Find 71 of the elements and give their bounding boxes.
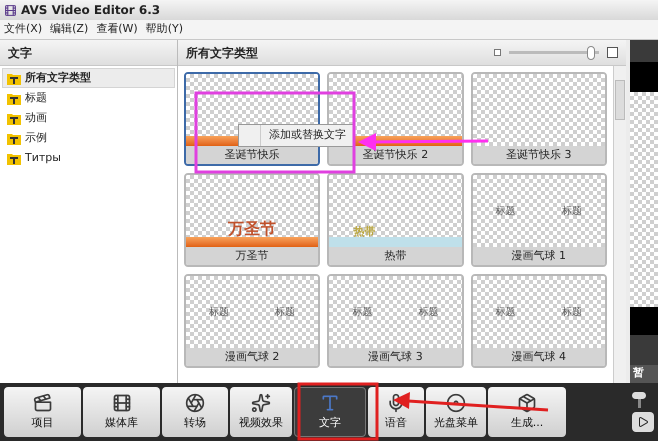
menu-item[interactable]: 文件(X) bbox=[4, 21, 42, 38]
preview-text: 万圣节 bbox=[228, 221, 276, 237]
preview-frame-strip bbox=[630, 307, 658, 335]
toolbar-button[interactable]: 项目 bbox=[4, 387, 81, 437]
text-folder-icon bbox=[7, 152, 21, 164]
balloon-text: 标题 bbox=[209, 306, 230, 320]
template-label: 圣诞节快乐 2 bbox=[329, 146, 462, 164]
template-card[interactable]: 标题 标题 漫画气球 1 bbox=[470, 173, 607, 267]
menu-item[interactable]: 编辑(Z) bbox=[50, 21, 88, 38]
app-icon bbox=[4, 4, 17, 16]
text-folder-icon bbox=[7, 92, 21, 104]
template-card[interactable]: 标题 标题 漫画气球 3 bbox=[327, 274, 464, 368]
window-title: AVS Video Editor 6.3 bbox=[21, 2, 160, 19]
template-label: 漫画气球 1 bbox=[472, 247, 605, 265]
text-folder-icon bbox=[7, 72, 21, 84]
template-label: 万圣节 bbox=[186, 247, 318, 265]
menu-item[interactable]: 帮助(Y) bbox=[146, 21, 184, 38]
zoom-slider[interactable] bbox=[509, 46, 599, 60]
preview-frame-strip bbox=[630, 40, 658, 62]
preview-frame-strip bbox=[630, 335, 658, 365]
template-label: 圣诞节快乐 bbox=[186, 146, 318, 164]
template-card[interactable]: 热带 热带 bbox=[327, 173, 464, 267]
toolbar-button[interactable]: 视频效果 bbox=[230, 387, 292, 437]
balloon-text: 标题 bbox=[562, 204, 582, 218]
pause-button[interactable]: 暂 bbox=[630, 365, 658, 383]
template-card[interactable]: 圣诞节快乐 3 bbox=[470, 72, 607, 166]
slider-thumb[interactable] bbox=[632, 392, 646, 399]
toolbar-icon bbox=[517, 392, 537, 413]
template-label: 漫画气球 3 bbox=[329, 348, 462, 366]
balloon-text: 标题 bbox=[352, 306, 372, 320]
toolbar-button[interactable]: 转场 bbox=[162, 387, 228, 437]
template-label: 漫画气球 4 bbox=[472, 348, 605, 366]
toolbar-icon bbox=[320, 392, 340, 413]
toolbar-button[interactable]: 生成... bbox=[488, 387, 566, 437]
balloon-text: 标题 bbox=[275, 306, 296, 320]
toolbar-icon bbox=[32, 392, 52, 413]
play-button[interactable] bbox=[632, 412, 654, 432]
play-icon bbox=[637, 416, 649, 428]
template-label: 圣诞节快乐 3 bbox=[472, 146, 605, 164]
text-folder-icon bbox=[7, 132, 21, 144]
sidebar-item[interactable]: 示例 bbox=[2, 128, 175, 148]
toolbar-button[interactable]: 光盘菜单 bbox=[426, 387, 486, 437]
sidebar-item[interactable]: 动画 bbox=[2, 108, 175, 128]
scrollbar[interactable] bbox=[613, 66, 626, 383]
small-thumbnail-icon bbox=[494, 49, 501, 56]
toolbar-icon bbox=[251, 392, 271, 413]
large-thumbnail-icon bbox=[607, 47, 618, 58]
text-folder-icon bbox=[7, 112, 21, 124]
sidebar-item[interactable]: Титры bbox=[2, 148, 175, 168]
preview-text: 热带 bbox=[353, 226, 376, 237]
template-card[interactable]: 标题 标题 漫画气球 2 bbox=[184, 274, 320, 368]
template-card[interactable]: 标题 标题 漫画气球 4 bbox=[470, 274, 607, 368]
template-label: 热带 bbox=[329, 247, 462, 265]
toolbar-icon bbox=[185, 392, 205, 413]
toolbar-icon bbox=[112, 392, 132, 413]
sidebar-item[interactable]: 所有文字类型 bbox=[2, 68, 175, 88]
panel-title: 所有文字类型 bbox=[186, 44, 259, 62]
template-label: 漫画气球 2 bbox=[186, 348, 318, 366]
template-card[interactable]: 万圣节 万圣节 bbox=[184, 173, 320, 267]
menu-item[interactable]: 查看(W) bbox=[96, 21, 138, 38]
panel-title: 文字 bbox=[0, 40, 177, 66]
preview-frame-strip bbox=[630, 62, 658, 92]
balloon-text: 标题 bbox=[496, 306, 516, 320]
toolbar-button[interactable]: 文字 bbox=[294, 387, 366, 437]
balloon-text: 标题 bbox=[496, 204, 516, 218]
sidebar-item[interactable]: 标题 bbox=[2, 88, 175, 108]
balloon-text: 标题 bbox=[418, 306, 439, 320]
toolbar-button[interactable]: 媒体库 bbox=[83, 387, 160, 437]
slider-thumb[interactable] bbox=[586, 46, 594, 60]
balloon-text: 标题 bbox=[562, 306, 582, 320]
toolbar-icon bbox=[446, 392, 466, 413]
